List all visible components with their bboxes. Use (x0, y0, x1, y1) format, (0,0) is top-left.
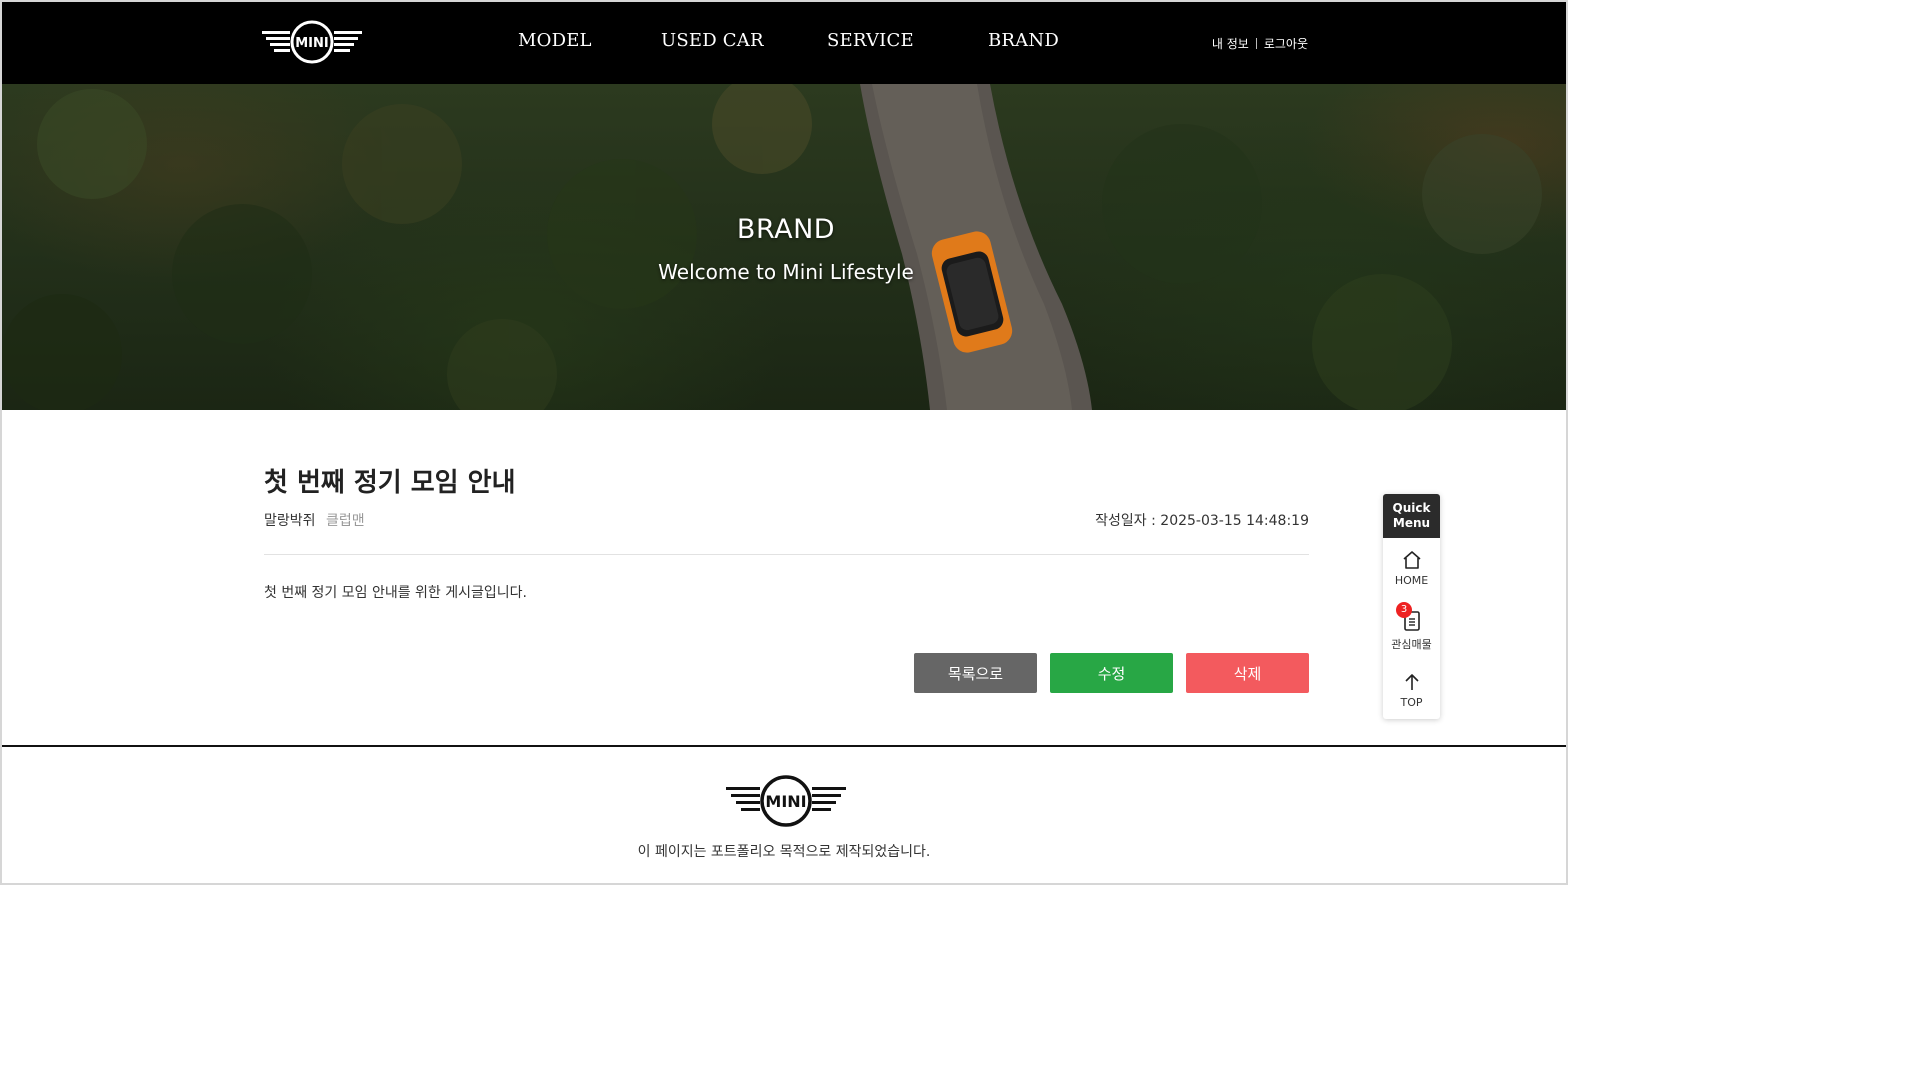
quick-favorites-label: 관심매물 (1391, 638, 1432, 651)
page-frame: MINI MODEL USED CAR SERVICE BRAND 내 정보 로… (0, 0, 1568, 885)
quick-menu-title-line2: Menu (1392, 516, 1431, 530)
post-author: 말랑박쥐 (264, 513, 316, 529)
quick-menu-title: Quick Menu (1383, 494, 1440, 538)
hero-subtitle: Welcome to Mini Lifestyle (658, 260, 914, 284)
post-actions: 목록으로 수정 삭제 (901, 653, 1309, 693)
quick-favorites[interactable]: 3 관심매물 (1383, 602, 1440, 652)
quick-home[interactable]: HOME (1383, 550, 1440, 587)
nav-brand[interactable]: BRAND (988, 30, 1059, 51)
arrow-up-icon (1404, 674, 1419, 690)
quick-top[interactable]: TOP (1383, 672, 1440, 709)
user-links: 내 정보 로그아웃 (1212, 35, 1308, 52)
favorites-count-badge: 3 (1396, 602, 1412, 618)
post-date: 작성일자 : 2025-03-15 14:48:19 (1095, 510, 1309, 530)
my-info-link[interactable]: 내 정보 (1212, 35, 1249, 52)
post-meta: 말랑박쥐 클럽맨 작성일자 : 2025-03-15 14:48:19 (264, 510, 1309, 530)
footer-mini-logo: MINI (726, 775, 846, 827)
delete-button[interactable]: 삭제 (1186, 653, 1309, 693)
site-header: MINI MODEL USED CAR SERVICE BRAND 내 정보 로… (2, 2, 1566, 84)
post-title: 첫 번째 정기 모임 안내 (264, 468, 516, 498)
main-nav: MODEL USED CAR SERVICE BRAND (2, 30, 1566, 56)
footer-text: 이 페이지는 포트폴리오 목적으로 제작되었습니다. (637, 844, 931, 860)
hero-title: BRAND (736, 214, 836, 245)
footer-logo-text: MINI (765, 792, 806, 811)
logout-link[interactable]: 로그아웃 (1264, 35, 1308, 52)
post-club: 클럽맨 (325, 513, 365, 529)
post-date-value: 2025-03-15 14:48:19 (1160, 513, 1309, 529)
nav-used-car[interactable]: USED CAR (661, 30, 764, 51)
quick-top-label: TOP (1400, 696, 1423, 709)
edit-button[interactable]: 수정 (1050, 653, 1173, 693)
quick-menu-title-line1: Quick (1392, 501, 1431, 515)
post-date-label: 작성일자 : (1095, 513, 1161, 529)
quick-menu: Quick Menu HOME 3 관심매물 TOP (1383, 494, 1440, 719)
list-button[interactable]: 목록으로 (914, 653, 1037, 693)
home-icon (1402, 551, 1421, 569)
post-divider (264, 554, 1309, 555)
quick-home-label: HOME (1394, 574, 1429, 587)
nav-model[interactable]: MODEL (518, 30, 592, 51)
post-body: 첫 번째 정기 모임 안내를 위한 게시글입니다. (264, 585, 527, 601)
hero-banner: BRAND Welcome to Mini Lifestyle (2, 84, 1566, 410)
footer-divider (2, 745, 1566, 747)
forest-road-image (2, 84, 1542, 410)
nav-service[interactable]: SERVICE (827, 30, 914, 51)
link-separator (1255, 38, 1257, 49)
